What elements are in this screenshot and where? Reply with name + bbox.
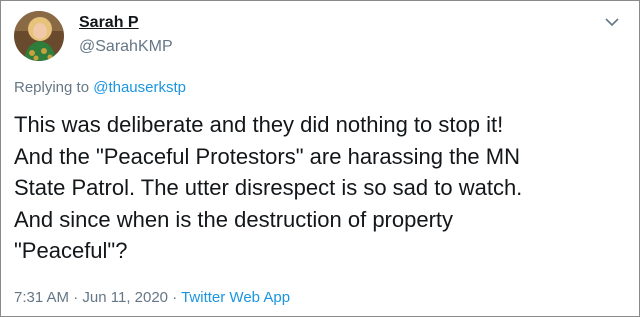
reply-mention-link[interactable]: @thauserkstp (93, 79, 186, 96)
avatar[interactable] (14, 11, 64, 61)
tweet-source-link[interactable]: Twitter Web App (181, 289, 290, 306)
tweet-text: This was deliberate and they did nothing… (14, 112, 523, 264)
meta-separator: · (168, 289, 182, 306)
tweet-card: Sarah P @SarahKMP Replying to @thauserks… (0, 0, 640, 317)
avatar-image (14, 11, 64, 61)
tweet-meta: 7:31 AM · Jun 11, 2020 · Twitter Web App (14, 289, 290, 306)
replying-to: Replying to @thauserkstp (14, 79, 186, 96)
replying-to-label: Replying to (14, 79, 94, 96)
chevron-down-icon[interactable] (605, 14, 619, 27)
user-handle[interactable]: @SarahKMP (79, 38, 173, 56)
tweet-date[interactable]: Jun 11, 2020 (82, 289, 168, 306)
tweet-time[interactable]: 7:31 AM (14, 289, 69, 306)
meta-separator: · (69, 289, 83, 306)
display-name[interactable]: Sarah P (79, 14, 139, 32)
